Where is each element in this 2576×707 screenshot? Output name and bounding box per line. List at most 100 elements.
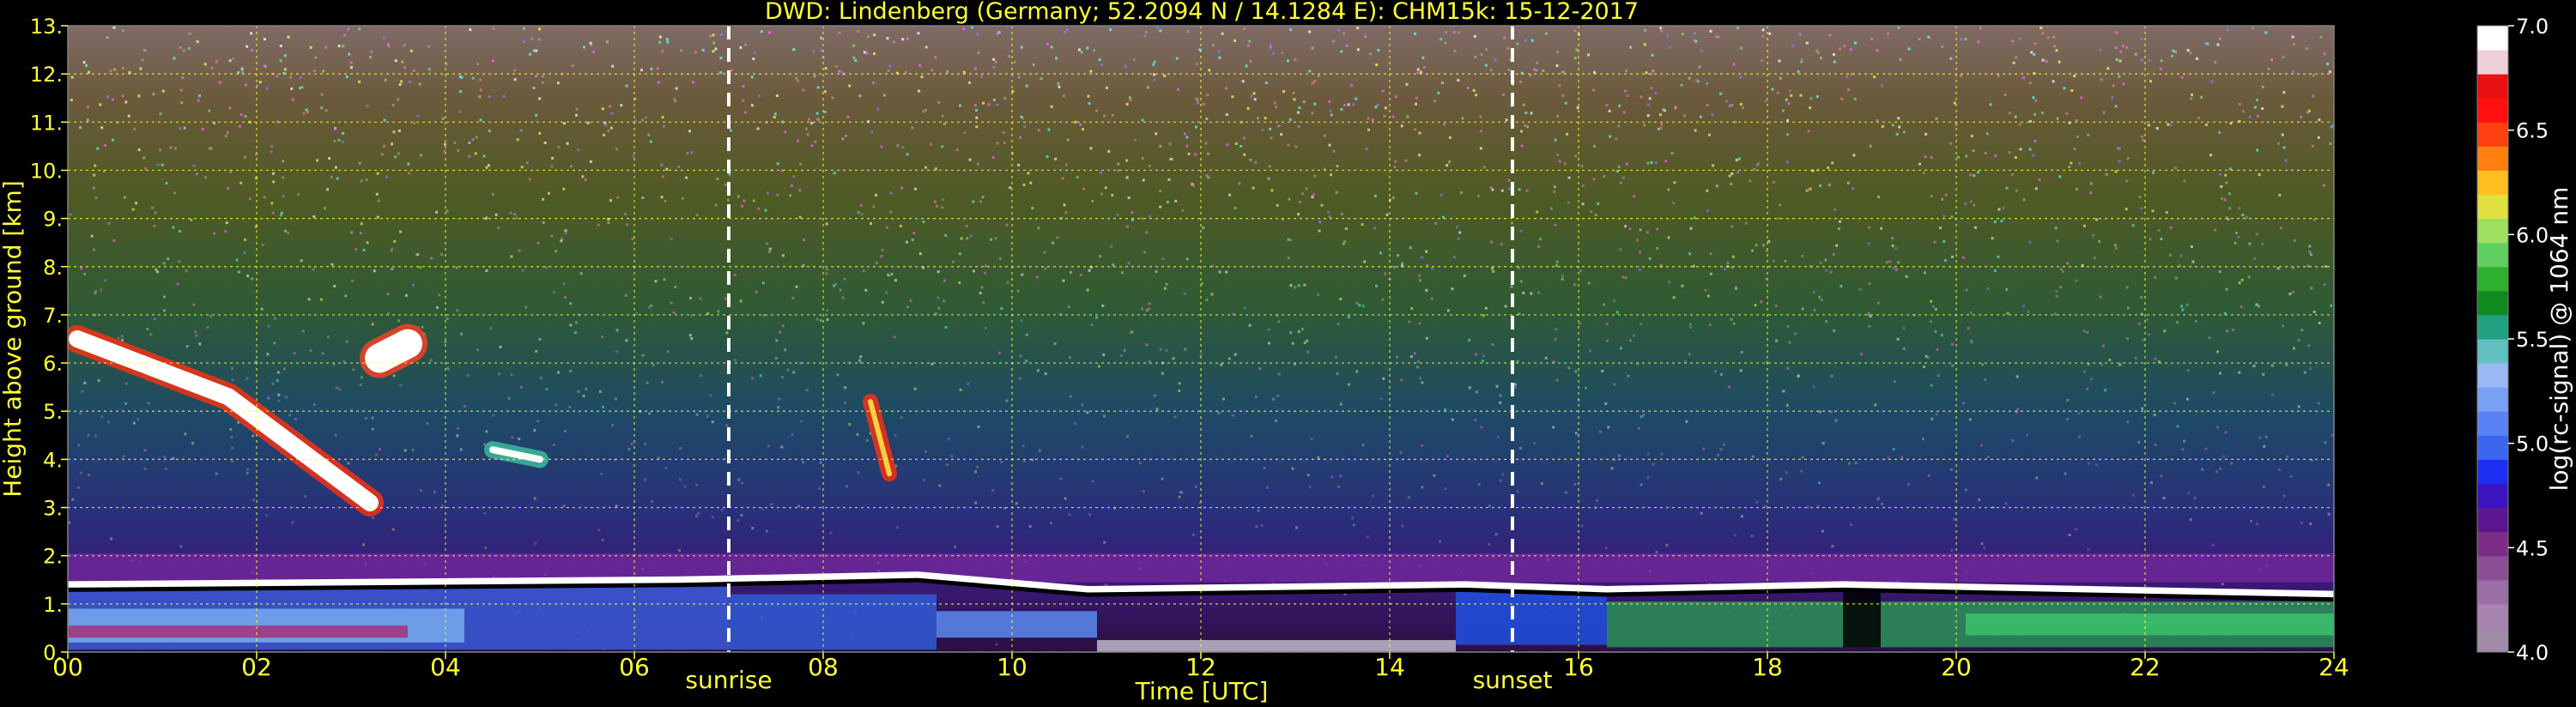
noise-speck — [1819, 261, 1822, 264]
noise-speck — [1105, 86, 1108, 89]
noise-speck — [1159, 347, 1162, 351]
noise-speck — [1270, 136, 1273, 140]
noise-speck — [1573, 483, 1577, 486]
noise-speck — [1088, 269, 1091, 272]
noise-speck — [1396, 355, 1399, 359]
noise-speck — [1165, 348, 1168, 352]
noise-speck — [1596, 499, 1599, 502]
noise-speck — [2222, 455, 2226, 458]
noise-speck — [936, 296, 940, 299]
noise-speck — [1053, 341, 1057, 345]
noise-speck — [314, 56, 318, 59]
colorbar-segment — [2477, 50, 2508, 75]
noise-speck — [2308, 245, 2312, 248]
noise-speck — [460, 332, 464, 335]
noise-speck — [2015, 375, 2019, 378]
x-tick-label: 10 — [997, 653, 1027, 681]
noise-speck — [1128, 96, 1131, 100]
noise-speck — [1576, 106, 1579, 110]
noise-speck — [1343, 32, 1346, 35]
noise-speck — [1564, 491, 1567, 494]
noise-speck — [2053, 312, 2057, 316]
noise-speck — [92, 248, 95, 251]
noise-speck — [852, 56, 856, 59]
noise-speck — [767, 251, 771, 254]
colorbar-tick-label: 6.5 — [2516, 119, 2549, 143]
noise-speck — [1791, 44, 1795, 47]
noise-speck — [2159, 67, 2162, 70]
noise-speck — [714, 47, 718, 51]
noise-speck — [775, 94, 779, 98]
noise-speck — [924, 166, 928, 169]
noise-speck — [1643, 43, 1646, 46]
noise-speck — [1574, 370, 1578, 373]
noise-speck — [1142, 490, 1145, 493]
noise-speck — [1178, 382, 1181, 385]
noise-speck — [1069, 395, 1072, 398]
noise-speck — [1537, 291, 1541, 294]
noise-speck — [2196, 57, 2199, 60]
noise-speck — [943, 122, 946, 125]
noise-speck — [137, 148, 141, 152]
noise-speck — [2015, 56, 2018, 59]
noise-speck — [1902, 326, 1906, 329]
noise-speck — [2000, 220, 2003, 223]
noise-speck — [287, 35, 290, 39]
noise-speck — [666, 350, 670, 354]
noise-speck — [1392, 265, 1396, 269]
noise-speck — [509, 211, 512, 215]
noise-speck — [2327, 512, 2331, 516]
noise-speck — [1648, 257, 1652, 260]
noise-speck — [601, 107, 604, 111]
noise-speck — [510, 255, 513, 258]
noise-speck — [1161, 477, 1164, 480]
noise-speck — [1592, 178, 1596, 181]
noise-speck — [724, 297, 727, 300]
noise-speck — [1788, 89, 1791, 93]
noise-speck — [544, 266, 548, 269]
noise-speck — [886, 37, 889, 40]
noise-speck — [1206, 94, 1209, 97]
noise-speck — [690, 151, 694, 154]
noise-speck — [586, 121, 590, 124]
noise-speck — [1373, 194, 1377, 197]
noise-speck — [1050, 45, 1053, 49]
noise-speck — [1730, 172, 1734, 176]
noise-speck — [1233, 353, 1237, 356]
noise-speck — [342, 45, 345, 48]
noise-speck — [1709, 272, 1712, 275]
noise-speck — [761, 281, 765, 285]
noise-speck — [2125, 337, 2129, 341]
noise-speck — [1603, 174, 1606, 178]
noise-speck — [1656, 227, 1659, 231]
noise-speck — [2160, 237, 2163, 240]
noise-speck — [1923, 271, 1926, 275]
noise-speck — [1818, 295, 1821, 299]
noise-speck — [552, 444, 555, 447]
noise-speck — [810, 144, 814, 148]
noise-speck — [2073, 75, 2076, 78]
noise-speck — [602, 133, 605, 136]
noise-speck — [293, 352, 296, 355]
noise-speck — [820, 49, 823, 52]
noise-speck — [1522, 103, 1525, 106]
noise-speck — [1043, 251, 1046, 254]
noise-speck — [838, 69, 841, 73]
noise-speck — [201, 128, 204, 131]
noise-speck — [592, 50, 596, 53]
noise-speck — [338, 388, 342, 391]
noise-speck — [885, 291, 888, 294]
noise-speck — [1610, 467, 1614, 470]
noise-speck — [246, 275, 250, 278]
noise-speck — [685, 176, 688, 179]
noise-speck — [149, 333, 153, 336]
noise-speck — [761, 507, 764, 511]
noise-speck — [950, 455, 954, 458]
noise-speck — [1648, 97, 1652, 100]
noise-speck — [795, 76, 798, 80]
noise-speck — [190, 219, 193, 222]
noise-speck — [1682, 114, 1686, 118]
noise-speck — [167, 257, 170, 261]
noise-speck — [2258, 436, 2262, 439]
noise-speck — [1706, 294, 1710, 298]
